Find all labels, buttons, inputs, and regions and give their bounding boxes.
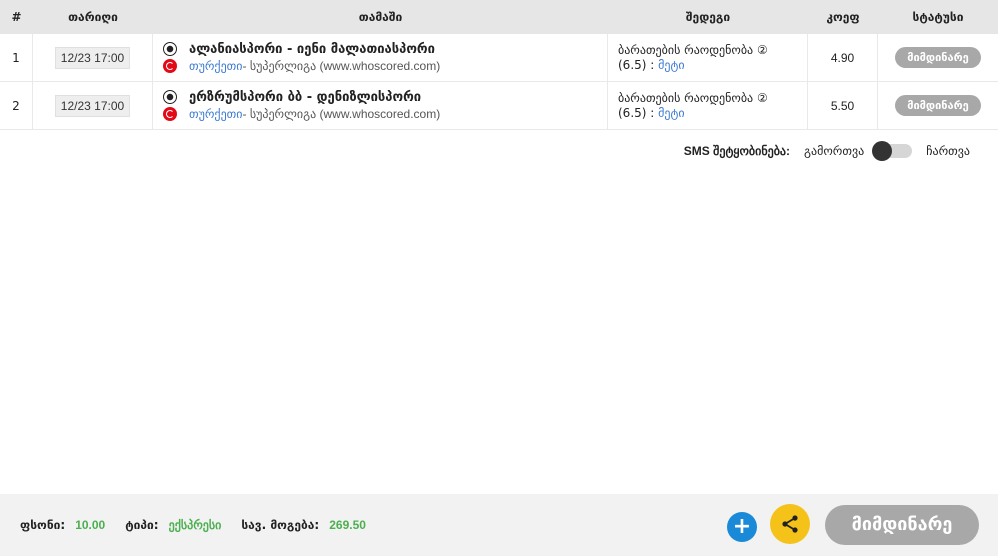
row-date-cell: 12/23 17:00 xyxy=(33,34,153,81)
football-icon xyxy=(163,42,177,56)
share-icon xyxy=(782,515,798,533)
col-header-bet: შედეგი xyxy=(685,10,731,24)
row-bet-cell: ბარათების რაოდენობა ② (6.5) : მეტი xyxy=(608,82,808,129)
slip-status-button[interactable]: მიმდინარე xyxy=(825,505,979,545)
sms-notification-bar: SMS შეტყობინება: გამორთვა ჩართვა xyxy=(683,141,970,161)
col-header-index: # xyxy=(11,10,22,24)
table-row: 1 12/23 17:00 ალანიასპორი - იენი მალათია… xyxy=(0,34,998,82)
sms-on-label[interactable]: ჩართვა xyxy=(926,144,970,158)
bet-slip-footer: ფსონი: 10.00 ტიპი: ექსპრესი სავ. მოგება:… xyxy=(0,494,998,556)
bet-pick: მეტი xyxy=(658,105,685,120)
col-header-date: თარიღი xyxy=(68,10,118,24)
sms-toggle[interactable] xyxy=(872,141,913,161)
bet-market: ბარათების რაოდენობა ② xyxy=(618,42,768,57)
status-button[interactable]: მიმდინარე xyxy=(895,95,981,116)
col-header-game: თამაში xyxy=(358,10,403,24)
col-header-odd: კოეფ xyxy=(826,10,860,24)
stake-label: ფსონი: xyxy=(20,518,66,532)
row-index: 1 xyxy=(0,34,33,81)
bet-market: ბარათების რაოდენობა ② xyxy=(618,90,768,105)
add-button[interactable]: + xyxy=(727,512,757,542)
country-link[interactable]: თურქეთი xyxy=(189,107,243,121)
date-badge: 12/23 17:00 xyxy=(54,46,131,69)
sms-toggle-knob[interactable] xyxy=(872,141,893,161)
row-status-cell: მიმდინარე xyxy=(878,82,998,129)
plus-icon: + xyxy=(732,514,752,539)
date-badge: 12/23 17:00 xyxy=(54,94,131,117)
row-status-cell: მიმდინარე xyxy=(878,34,998,81)
row-date-cell: 12/23 17:00 xyxy=(33,82,153,129)
sms-off-label[interactable]: გამორთვა xyxy=(804,144,864,158)
share-button[interactable] xyxy=(770,504,810,544)
league-name: - სუპერლიგა (www.whoscored.com) xyxy=(242,59,441,73)
type-label: ტიპი: xyxy=(125,518,159,532)
table-row: 2 12/23 17:00 ერზრუმსპორი ბბ - დენიზლისპ… xyxy=(0,82,998,130)
turkey-flag-icon xyxy=(163,107,177,121)
status-button[interactable]: მიმდინარე xyxy=(895,47,981,68)
odd-value: 5.50 xyxy=(830,98,855,113)
row-odd-cell: 4.90 xyxy=(808,34,878,81)
type-info: ტიპი: ექსპრესი xyxy=(125,518,221,532)
row-game-cell: ერზრუმსპორი ბბ - დენიზლისპორი თურქეთი - … xyxy=(153,82,608,129)
row-odd-cell: 5.50 xyxy=(808,82,878,129)
bets-table: # თარიღი თამაში შედეგი კოეფ სტატუსი 1 12… xyxy=(0,0,998,130)
sms-label: SMS შეტყობინება: xyxy=(683,144,791,158)
row-game-cell: ალანიასპორი - იენი მალათიასპორი თურქეთი … xyxy=(153,34,608,81)
odd-value: 4.90 xyxy=(830,50,855,65)
match-name[interactable]: ერზრუმსპორი ბბ - დენიზლისპორი xyxy=(189,90,421,105)
possible-win-value: 269.50 xyxy=(329,518,366,532)
turkey-flag-icon xyxy=(163,59,177,73)
bet-line-prefix: (6.5) : xyxy=(618,105,659,120)
type-value: ექსპრესი xyxy=(168,518,222,532)
possible-win-label: სავ. მოგება: xyxy=(241,518,320,532)
row-index: 2 xyxy=(0,82,33,129)
stake-info: ფსონი: 10.00 xyxy=(20,518,105,532)
bet-line-prefix: (6.5) : xyxy=(618,57,659,72)
match-name[interactable]: ალანიასპორი - იენი მალათიასპორი xyxy=(189,42,435,57)
football-icon xyxy=(163,90,177,104)
win-info: სავ. მოგება: 269.50 xyxy=(241,518,366,532)
col-header-status: სტატუსი xyxy=(912,10,964,24)
table-header: # თარიღი თამაში შედეგი კოეფ სტატუსი xyxy=(0,0,998,34)
stake-value: 10.00 xyxy=(75,518,106,532)
row-bet-cell: ბარათების რაოდენობა ② (6.5) : მეტი xyxy=(608,34,808,81)
league-name: - სუპერლიგა (www.whoscored.com) xyxy=(242,107,441,121)
bet-pick: მეტი xyxy=(658,57,685,72)
country-link[interactable]: თურქეთი xyxy=(189,59,243,73)
